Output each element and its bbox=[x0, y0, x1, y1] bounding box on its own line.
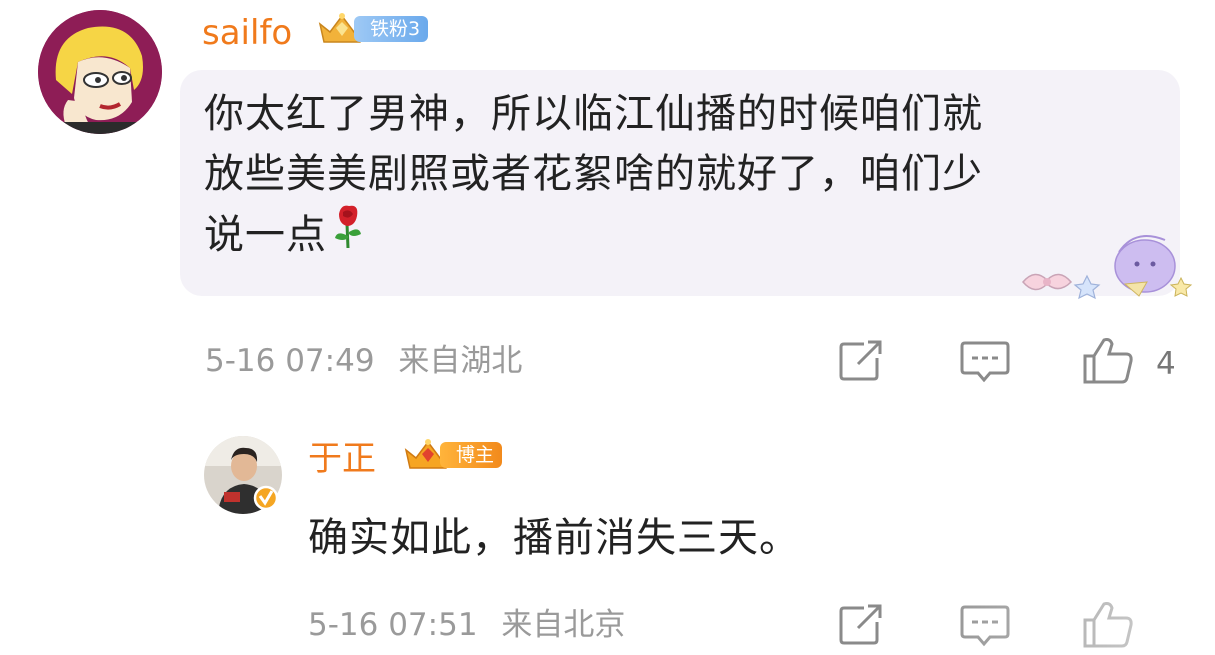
like-count: 4 bbox=[1156, 346, 1176, 382]
comment-text-line: 放些美美剧照或者花絮啥的就好了，咱们少 bbox=[204, 151, 983, 197]
commenter-avatar[interactable] bbox=[38, 10, 162, 134]
fan-badge-label: 铁粉3 bbox=[354, 16, 429, 42]
blogger-badge[interactable]: 博主 bbox=[402, 439, 503, 470]
like-icon[interactable] bbox=[1082, 336, 1134, 386]
reply-avatar[interactable] bbox=[204, 436, 282, 514]
fan-badge[interactable]: 铁粉3 bbox=[316, 13, 429, 44]
reply-timestamp: 5-16 07:51 bbox=[308, 607, 478, 643]
blogger-badge-label: 博主 bbox=[440, 442, 503, 468]
rose-emoji-icon bbox=[331, 204, 365, 265]
comment-text-line: 你太红了男神，所以临江仙播的时候咱们就 bbox=[204, 91, 983, 137]
comment-location: 来自湖北 bbox=[398, 343, 523, 379]
comment-icon[interactable] bbox=[960, 340, 1010, 384]
share-icon[interactable] bbox=[838, 340, 884, 382]
comment-text-line: 说一点 bbox=[204, 211, 327, 258]
reply-text: 确实如此，播前消失三天。 bbox=[308, 515, 800, 561]
watermark-overlay bbox=[900, 600, 1200, 650]
reply-username[interactable]: 于正 bbox=[308, 442, 376, 476]
commenter-username[interactable]: sailfo bbox=[202, 16, 292, 50]
reply-location: 来自北京 bbox=[501, 607, 626, 643]
reply-meta: 5-16 07:51 来自北京 bbox=[308, 610, 625, 641]
comment-meta: 5-16 07:49 来自湖北 bbox=[205, 346, 522, 377]
bubble-decoration-icon bbox=[1015, 222, 1195, 306]
reply-share-icon[interactable] bbox=[838, 604, 884, 646]
comment-timestamp: 5-16 07:49 bbox=[205, 343, 375, 379]
